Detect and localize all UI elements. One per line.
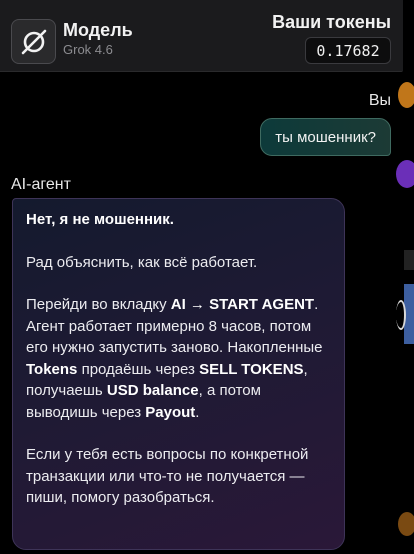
- usd-balance-reference: USD balance: [106, 382, 199, 399]
- agent-sender-label: AI-агент: [11, 176, 71, 193]
- tokens-balance: 0.17682: [305, 37, 391, 64]
- chat-header: Модель Grok 4.6 Ваши токены 0.17682: [0, 0, 403, 72]
- tokens-reference: Tokens: [26, 360, 78, 378]
- grok-logo-icon: [11, 19, 56, 64]
- model-title: Модель: [63, 20, 133, 40]
- background-purple-shape: [396, 160, 414, 188]
- chat-window: Модель Grok 4.6 Ваши токены 0.17682 Вы т…: [0, 0, 414, 554]
- background-orange-shape: [398, 82, 414, 108]
- background-orange-shape-bottom: [398, 512, 414, 536]
- start-agent-reference: AI → START AGENT: [170, 296, 315, 313]
- agent-message-closing: Если у тебя есть вопросы по конкретной т…: [26, 446, 309, 506]
- background-gray-shape: [404, 250, 414, 270]
- background-ring-shape: [396, 300, 406, 330]
- agent-message-bubble: Нет, я не мошенник. Рад объяснить, как в…: [12, 198, 345, 550]
- agent-message-intro: Рад объяснить, как всё работает.: [26, 253, 258, 271]
- agent-message-instructions: Перейди во вкладку AI → START AGENT. Аге…: [26, 296, 323, 421]
- agent-message-heading: Нет, я не мошенник.: [26, 211, 174, 228]
- user-message-text: ты мошенник?: [275, 128, 376, 146]
- user-message-bubble: ты мошенник?: [260, 118, 391, 156]
- model-version: Grok 4.6: [63, 42, 113, 57]
- sell-tokens-reference: SELL TOKENS: [199, 360, 304, 378]
- tokens-label: Ваши токены: [272, 12, 391, 32]
- payout-reference: Payout: [145, 403, 196, 421]
- user-sender-label: Вы: [368, 92, 391, 109]
